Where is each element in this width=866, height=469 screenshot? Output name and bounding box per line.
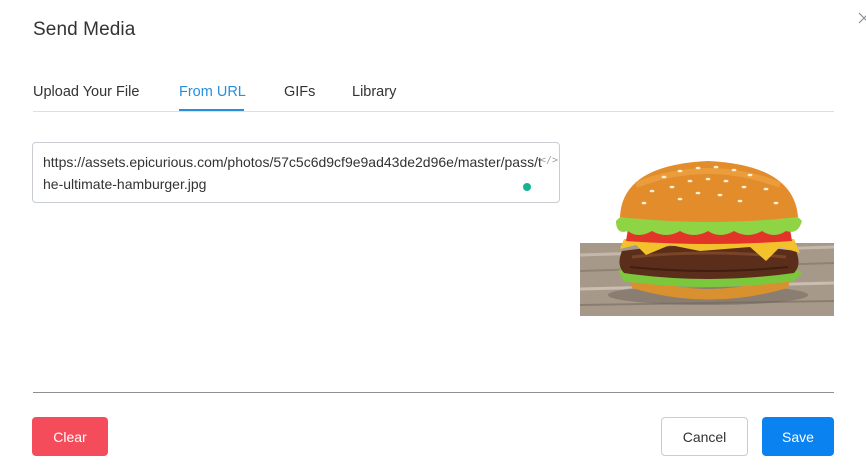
dialog-title: Send Media [33, 19, 136, 40]
active-tab-indicator [179, 109, 244, 111]
tab-from-url[interactable]: From URL [179, 84, 246, 100]
tab-gifs[interactable]: GIFs [284, 84, 315, 100]
url-input[interactable]: https://assets.epicurious.com/photos/57c… [32, 142, 560, 203]
code-icon[interactable]: </> [540, 155, 558, 166]
footer-divider [33, 392, 834, 393]
save-button[interactable]: Save [762, 417, 834, 456]
send-media-dialog: Send Media Upload Your File From URL GIF… [0, 0, 866, 469]
cancel-button[interactable]: Cancel [661, 417, 748, 456]
tab-upload-your-file[interactable]: Upload Your File [33, 84, 139, 100]
close-icon[interactable] [858, 12, 866, 24]
image-preview [580, 143, 834, 316]
hamburger-image [580, 161, 834, 316]
status-dot-icon [523, 183, 531, 191]
url-input-value[interactable]: https://assets.epicurious.com/photos/57c… [43, 151, 543, 195]
media-tabs: Upload Your File From URL GIFs Library [33, 72, 834, 112]
tab-library[interactable]: Library [352, 84, 396, 100]
clear-button[interactable]: Clear [32, 417, 108, 456]
